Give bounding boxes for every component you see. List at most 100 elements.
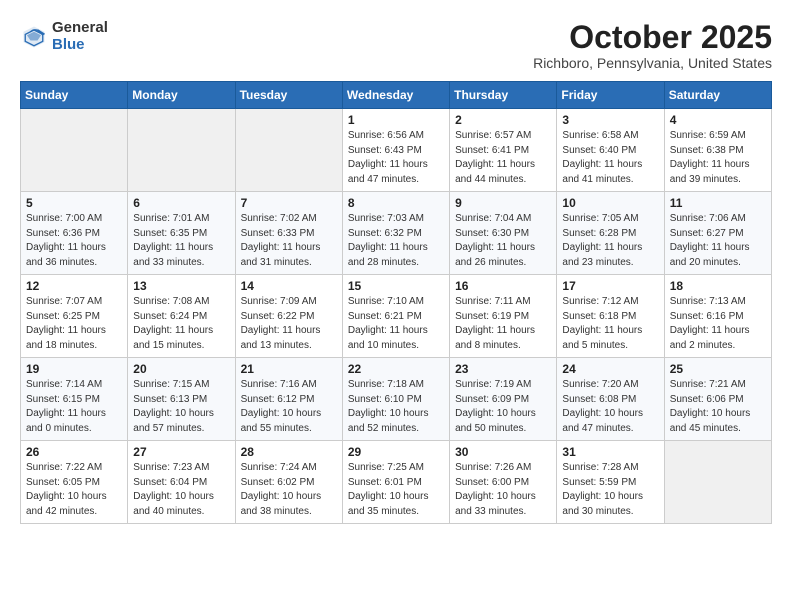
day-info: Sunrise: 6:58 AMSunset: 6:40 PMDaylight:… [562,129,658,187]
calendar-cell: 5Sunrise: 7:00 AMSunset: 6:36 PMDaylight… [21,192,128,275]
day-info: Sunrise: 7:25 AMSunset: 6:01 PMDaylight:… [348,461,444,519]
calendar-cell: 25Sunrise: 7:21 AMSunset: 6:06 PMDayligh… [664,358,771,441]
location: Richboro, Pennsylvania, United States [533,55,772,71]
calendar-cell: 26 Sunrise: 7:22 AMSunset: 6:05 PMDayligh… [21,441,128,524]
calendar-cell [235,109,342,192]
calendar-cell: 11 Sunrise: 7:06 AMSunset: 6:27 PMDayligh… [664,192,771,275]
calendar-table: SundayMondayTuesdayWednesdayThursdayFrid… [20,81,772,524]
day-number: 8 [348,196,444,210]
day-info: Sunrise: 7:06 AMSunset: 6:27 PMDaylight:… [670,212,766,270]
day-info: Sunrise: 7:16 AMSunset: 6:12 PMDaylight:… [241,378,337,436]
calendar-cell [21,109,128,192]
calendar-cell: 16 Sunrise: 7:11 AMSunset: 6:19 PMDayligh… [450,275,557,358]
calendar-cell [664,441,771,524]
day-info: Sunrise: 7:02 AMSunset: 6:33 PMDaylight:… [241,212,337,270]
day-number: 12 [26,279,122,293]
calendar-cell: 31Sunrise: 7:28 AMSunset: 5:59 PMDayligh… [557,441,664,524]
calendar-cell: 10 Sunrise: 7:05 AMSunset: 6:28 PMDayligh… [557,192,664,275]
calendar-cell: 18 Sunrise: 7:13 AMSunset: 6:16 PMDayligh… [664,275,771,358]
day-number: 2 [455,113,551,127]
day-info: Sunrise: 7:11 AMSunset: 6:19 PMDaylight:… [455,295,551,353]
day-info: Sunrise: 7:22 AMSunset: 6:05 PMDaylight:… [26,461,122,519]
calendar-cell: 3 Sunrise: 6:58 AMSunset: 6:40 PMDaylight… [557,109,664,192]
day-info: Sunrise: 7:24 AMSunset: 6:02 PMDaylight:… [241,461,337,519]
day-info: Sunrise: 7:07 AMSunset: 6:25 PMDaylight:… [26,295,122,353]
day-number: 27 [133,445,229,459]
day-number: 3 [562,113,658,127]
calendar-cell: 15 Sunrise: 7:10 AMSunset: 6:21 PMDayligh… [342,275,449,358]
day-header-saturday: Saturday [664,82,771,109]
page-header: General Blue October 2025 Richboro, Penn… [20,20,772,71]
day-info: Sunrise: 7:01 AMSunset: 6:35 PMDaylight:… [133,212,229,270]
calendar-week-row: 12 Sunrise: 7:07 AMSunset: 6:25 PMDayligh… [21,275,772,358]
calendar-cell: 1Sunrise: 6:56 AMSunset: 6:43 PMDaylight… [342,109,449,192]
calendar-week-row: 5Sunrise: 7:00 AMSunset: 6:36 PMDaylight… [21,192,772,275]
calendar-cell: 8 Sunrise: 7:03 AMSunset: 6:32 PMDaylight… [342,192,449,275]
day-info: Sunrise: 7:03 AMSunset: 6:32 PMDaylight:… [348,212,444,270]
day-info: Sunrise: 7:20 AMSunset: 6:08 PMDaylight:… [562,378,658,436]
day-info: Sunrise: 7:05 AMSunset: 6:28 PMDaylight:… [562,212,658,270]
day-info: Sunrise: 6:59 AMSunset: 6:38 PMDaylight:… [670,129,766,187]
day-number: 24 [562,362,658,376]
calendar-header-row: SundayMondayTuesdayWednesdayThursdayFrid… [21,82,772,109]
day-info: Sunrise: 7:08 AMSunset: 6:24 PMDaylight:… [133,295,229,353]
calendar-cell [128,109,235,192]
logo-icon [20,23,48,51]
day-number: 1 [348,113,444,127]
day-number: 16 [455,279,551,293]
calendar-cell: 17Sunrise: 7:12 AMSunset: 6:18 PMDayligh… [557,275,664,358]
day-number: 25 [670,362,766,376]
day-number: 6 [133,196,229,210]
day-header-thursday: Thursday [450,82,557,109]
calendar-week-row: 26 Sunrise: 7:22 AMSunset: 6:05 PMDayligh… [21,441,772,524]
day-number: 15 [348,279,444,293]
day-info: Sunrise: 7:09 AMSunset: 6:22 PMDaylight:… [241,295,337,353]
calendar-cell: 21 Sunrise: 7:16 AMSunset: 6:12 PMDayligh… [235,358,342,441]
day-number: 23 [455,362,551,376]
calendar-cell: 30Sunrise: 7:26 AMSunset: 6:00 PMDayligh… [450,441,557,524]
day-header-wednesday: Wednesday [342,82,449,109]
calendar-week-row: 1Sunrise: 6:56 AMSunset: 6:43 PMDaylight… [21,109,772,192]
calendar-cell: 27 Sunrise: 7:23 AMSunset: 6:04 PMDayligh… [128,441,235,524]
calendar-cell: 7 Sunrise: 7:02 AMSunset: 6:33 PMDaylight… [235,192,342,275]
day-header-monday: Monday [128,82,235,109]
calendar-cell: 23 Sunrise: 7:19 AMSunset: 6:09 PMDayligh… [450,358,557,441]
day-info: Sunrise: 7:28 AMSunset: 5:59 PMDaylight:… [562,461,658,519]
logo: General Blue [20,20,108,53]
day-info: Sunrise: 7:10 AMSunset: 6:21 PMDaylight:… [348,295,444,353]
day-number: 18 [670,279,766,293]
day-number: 10 [562,196,658,210]
calendar-cell: 2 Sunrise: 6:57 AMSunset: 6:41 PMDaylight… [450,109,557,192]
day-number: 14 [241,279,337,293]
day-info: Sunrise: 7:18 AMSunset: 6:10 PMDaylight:… [348,378,444,436]
calendar-cell: 24 Sunrise: 7:20 AMSunset: 6:08 PMDayligh… [557,358,664,441]
calendar-cell: 20Sunrise: 7:15 AMSunset: 6:13 PMDayligh… [128,358,235,441]
day-number: 28 [241,445,337,459]
day-info: Sunrise: 6:57 AMSunset: 6:41 PMDaylight:… [455,129,551,187]
day-number: 9 [455,196,551,210]
day-number: 26 [26,445,122,459]
calendar-cell: 29Sunrise: 7:25 AMSunset: 6:01 PMDayligh… [342,441,449,524]
calendar-cell: 28 Sunrise: 7:24 AMSunset: 6:02 PMDayligh… [235,441,342,524]
day-number: 4 [670,113,766,127]
calendar-cell: 22Sunrise: 7:18 AMSunset: 6:10 PMDayligh… [342,358,449,441]
day-info: Sunrise: 7:04 AMSunset: 6:30 PMDaylight:… [455,212,551,270]
calendar-cell: 4 Sunrise: 6:59 AMSunset: 6:38 PMDaylight… [664,109,771,192]
calendar-week-row: 19Sunrise: 7:14 AMSunset: 6:15 PMDayligh… [21,358,772,441]
day-number: 11 [670,196,766,210]
logo-general-text: General [52,20,108,37]
calendar-cell: 19Sunrise: 7:14 AMSunset: 6:15 PMDayligh… [21,358,128,441]
calendar-cell: 6 Sunrise: 7:01 AMSunset: 6:35 PMDaylight… [128,192,235,275]
title-block: October 2025 Richboro, Pennsylvania, Uni… [533,20,772,71]
day-info: Sunrise: 7:23 AMSunset: 6:04 PMDaylight:… [133,461,229,519]
day-info: Sunrise: 7:13 AMSunset: 6:16 PMDaylight:… [670,295,766,353]
day-number: 30 [455,445,551,459]
day-number: 7 [241,196,337,210]
day-number: 21 [241,362,337,376]
day-info: Sunrise: 7:00 AMSunset: 6:36 PMDaylight:… [26,212,122,270]
day-info: Sunrise: 7:19 AMSunset: 6:09 PMDaylight:… [455,378,551,436]
calendar-cell: 14 Sunrise: 7:09 AMSunset: 6:22 PMDayligh… [235,275,342,358]
logo-text: General Blue [52,20,108,53]
calendar-cell: 9 Sunrise: 7:04 AMSunset: 6:30 PMDaylight… [450,192,557,275]
calendar-cell: 13Sunrise: 7:08 AMSunset: 6:24 PMDayligh… [128,275,235,358]
